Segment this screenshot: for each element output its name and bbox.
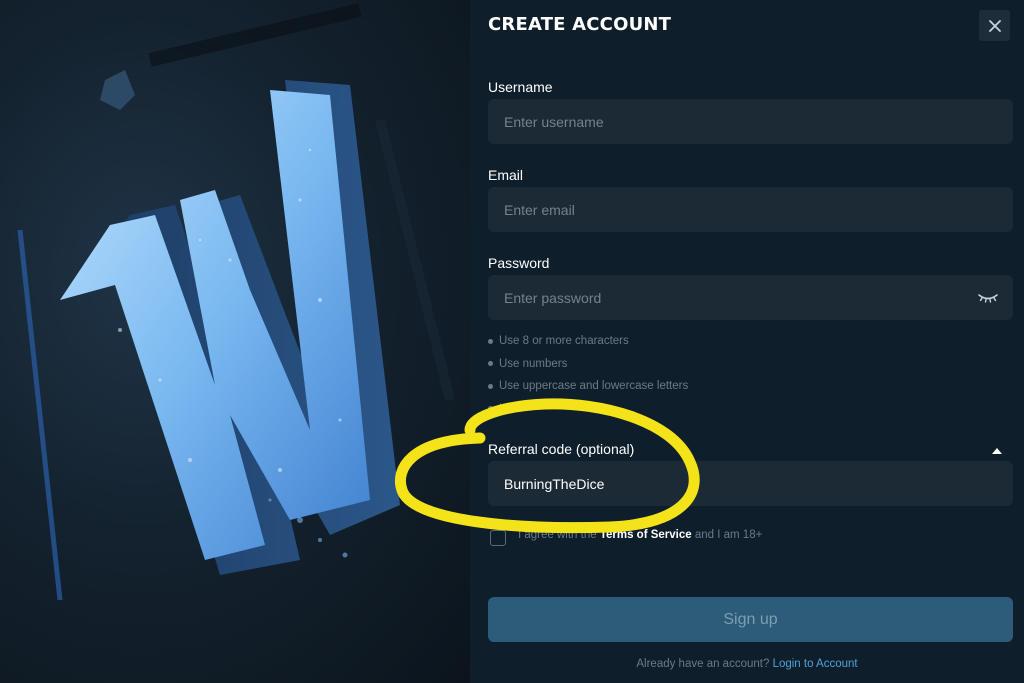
username-input[interactable] [488,99,1013,144]
agree-checkbox[interactable] [490,530,506,546]
password-rules-list: Use 8 or more characters Use numbers Use… [488,330,688,420]
password-rule: Use [488,398,688,421]
signup-page: CREATE ACCOUNT Username Email Password [0,0,1024,683]
agree-suffix: and I am 18+ [691,529,763,541]
signup-button[interactable]: Sign up [488,597,1013,642]
referral-field-wrapper [488,461,1013,506]
brand-artwork [0,0,470,683]
referral-label: Referral code (optional) [488,441,635,457]
username-field-wrapper [488,99,1013,144]
close-icon [988,19,1001,32]
referral-code-input[interactable] [488,461,1013,506]
eye-closed-icon[interactable] [977,289,999,305]
email-label: Email [488,167,524,183]
login-prompt-text: Already have an account? [636,658,773,670]
password-rule: Use 8 or more characters [488,330,688,353]
agree-text: I agree with the Terms of Service and I … [518,529,762,541]
page-title: CREATE ACCOUNT [488,14,672,35]
password-input[interactable] [488,275,1013,320]
w-logo-artwork [17,3,455,601]
password-rule: Use numbers [488,353,688,376]
create-account-panel: CREATE ACCOUNT Username Email Password [470,0,1024,683]
terms-of-service-link[interactable]: Terms of Service [600,529,692,541]
email-input[interactable] [488,187,1013,232]
password-label: Password [488,255,550,271]
close-button[interactable] [979,10,1010,41]
password-field-wrapper [488,275,1013,320]
login-prompt: Already have an account? Login to Accoun… [470,658,1024,670]
email-field-wrapper [488,187,1013,232]
login-link[interactable]: Login to Account [773,658,858,670]
caret-up-icon[interactable] [992,448,1002,454]
agree-prefix: I agree with the [518,529,600,541]
username-label: Username [488,79,553,95]
password-rule: Use uppercase and lowercase letters [488,375,688,398]
